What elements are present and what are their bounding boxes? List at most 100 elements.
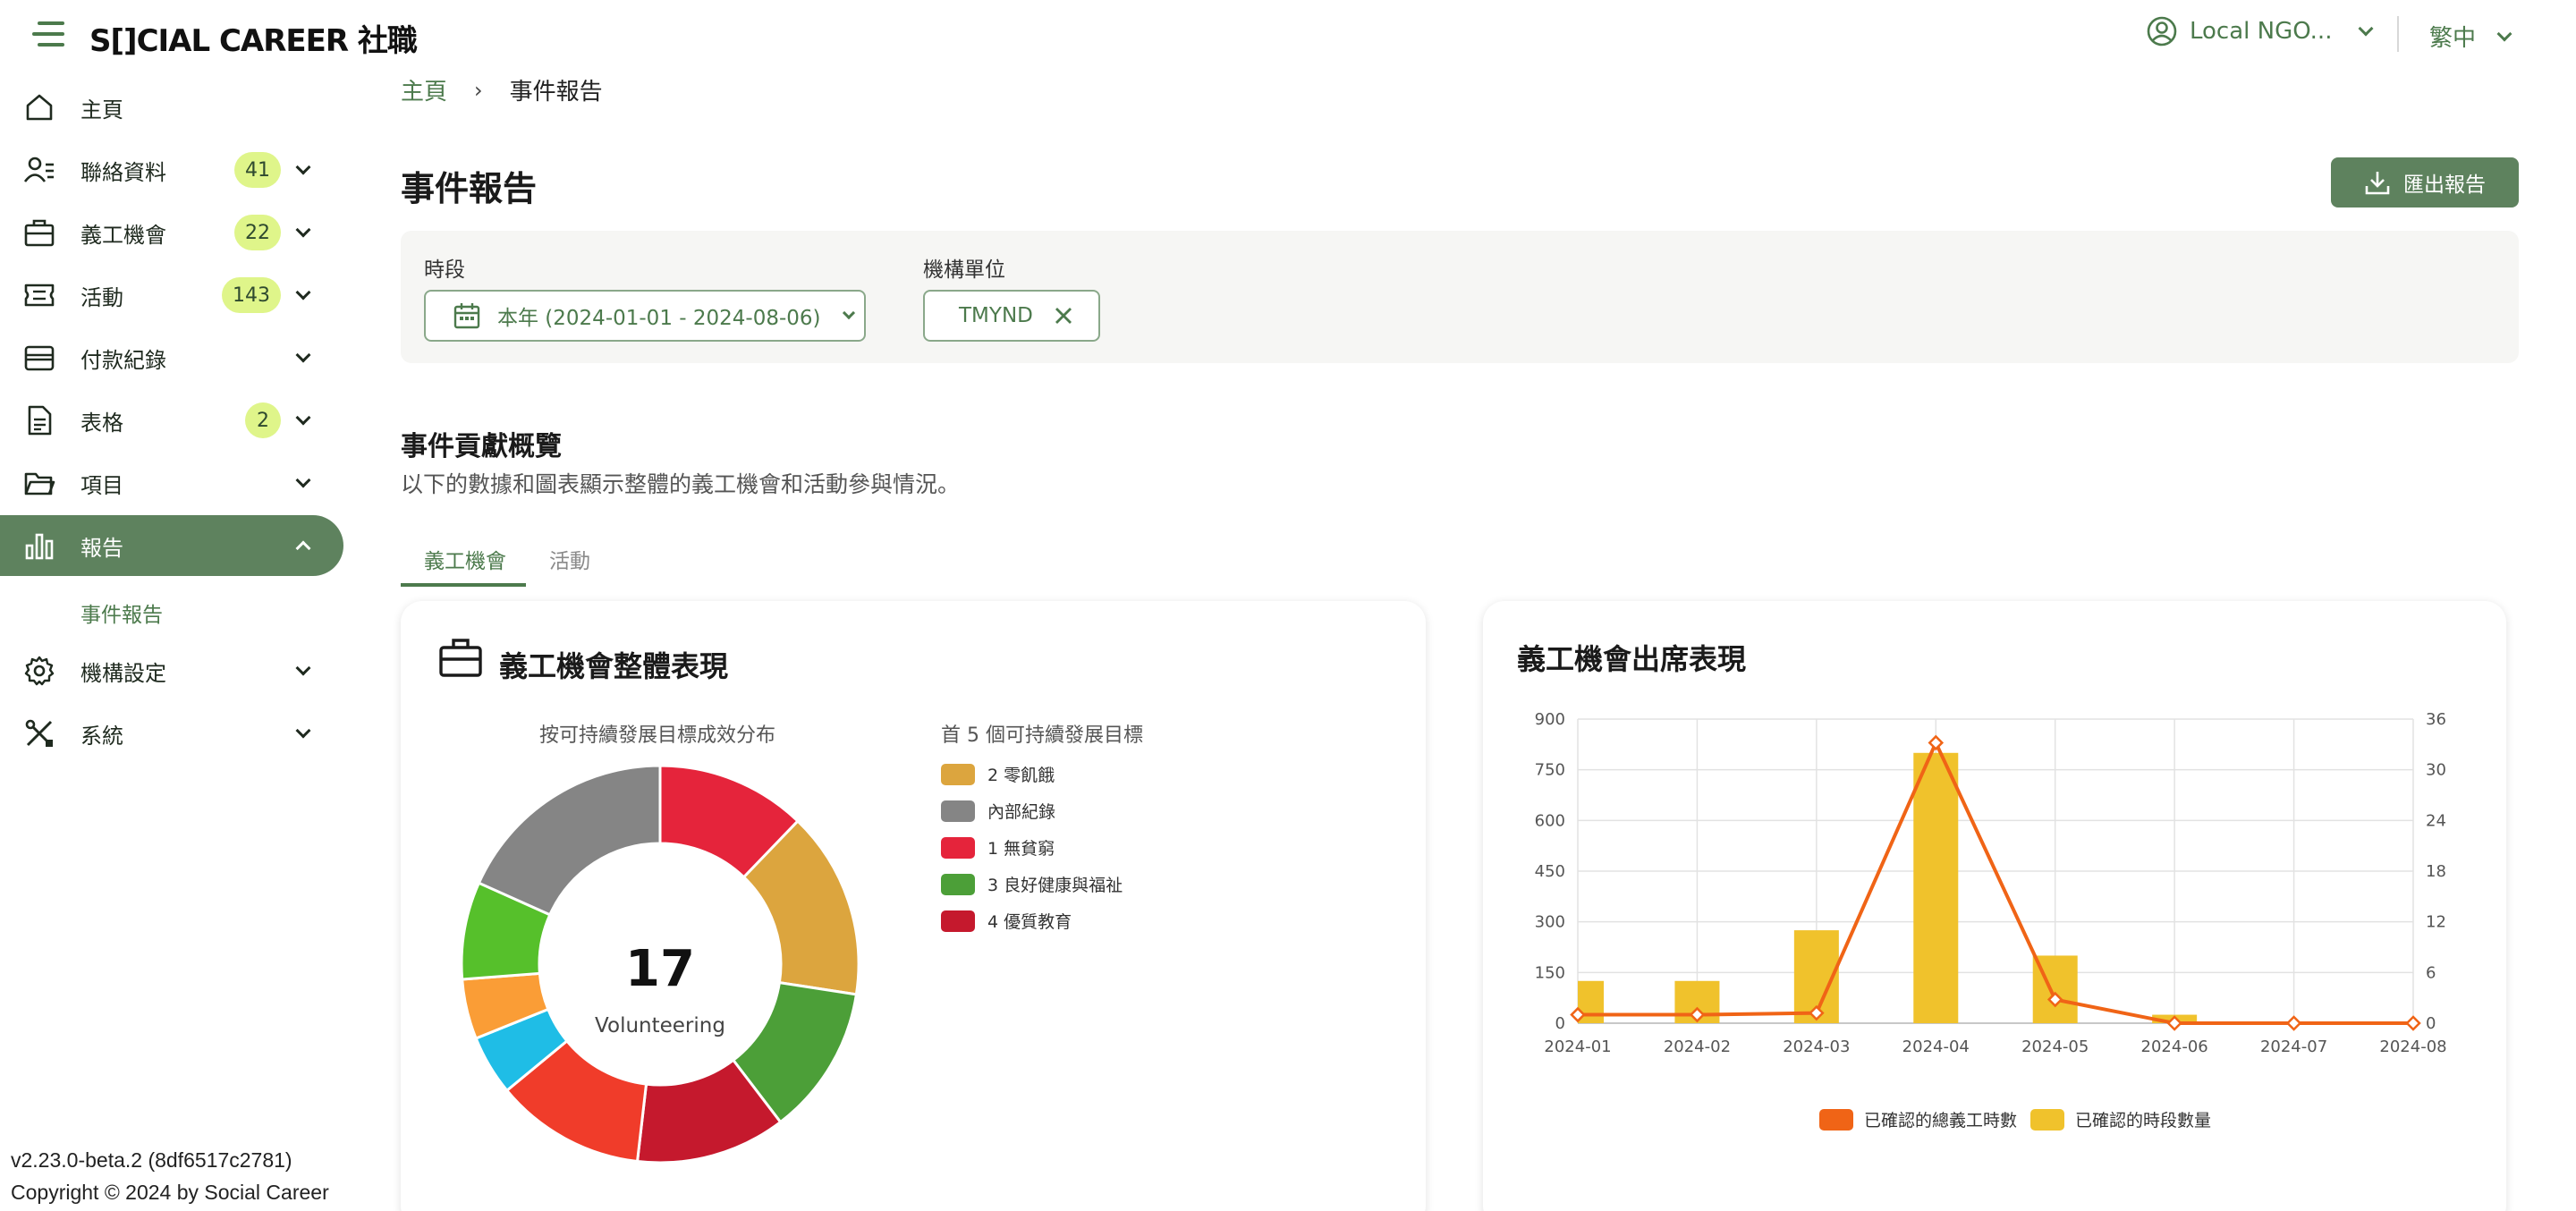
x-tick-label: 2024-06 bbox=[2141, 1037, 2208, 1056]
attendance-performance-card: 義工機會出席表現 0 0 150 6 300 12 450 18 600 24 750 30 900 36… bbox=[1483, 601, 2506, 1211]
y-right-tick-label: 6 bbox=[2426, 963, 2436, 982]
chevron-up-icon bbox=[295, 540, 311, 556]
period-label: 時段 bbox=[424, 258, 465, 282]
x-tick-label: 2024-05 bbox=[2021, 1037, 2089, 1056]
count-badge: 41 bbox=[234, 152, 281, 188]
tab-volunteer[interactable]: 義工機會 bbox=[424, 544, 506, 574]
sidebar-item-volunteer[interactable]: 義工機會 22 bbox=[0, 202, 343, 263]
legend-swatch bbox=[941, 763, 975, 785]
y-right-tick-label: 24 bbox=[2426, 811, 2446, 830]
legend-item: 1 無貧窮 bbox=[941, 835, 1055, 860]
legend-label: 4 優質教育 bbox=[987, 912, 1072, 932]
y-right-tick-label: 30 bbox=[2426, 761, 2446, 780]
sidebar-item-org-settings[interactable]: 機構設定 bbox=[0, 640, 343, 701]
sidebar-item-payments[interactable]: 付款紀錄 bbox=[0, 327, 343, 388]
header-divider bbox=[2397, 16, 2399, 52]
sidebar-item-projects[interactable]: 項目 bbox=[0, 453, 343, 513]
export-report-button[interactable]: 匯出報告 bbox=[2331, 157, 2519, 207]
briefcase-icon bbox=[439, 639, 482, 677]
sidebar-item-forms[interactable]: 表格 2 bbox=[0, 390, 343, 451]
contacts-icon bbox=[23, 157, 54, 182]
card-title: 義工機會出席表現 bbox=[1517, 642, 1747, 676]
sidebar-item-system[interactable]: 系統 bbox=[0, 703, 343, 764]
export-report-label: 匯出報告 bbox=[2403, 174, 2486, 197]
sidebar-item-label: 聯絡資料 bbox=[80, 159, 166, 185]
sidebar-item-label: 報告 bbox=[80, 535, 123, 561]
org-unit-chip[interactable]: TMYND bbox=[923, 290, 1100, 342]
legend-label: 2 零飢餓 bbox=[987, 766, 1055, 785]
language-label: 繁中 bbox=[2429, 25, 2477, 52]
y-left-tick-label: 150 bbox=[1535, 963, 1565, 982]
sidebar-subitem-event-report[interactable]: 事件報告 bbox=[80, 597, 163, 628]
close-icon[interactable] bbox=[1053, 305, 1074, 326]
line-point-2024-08[interactable] bbox=[2405, 1015, 2421, 1031]
x-tick-label: 2024-04 bbox=[1902, 1037, 1970, 1056]
legend-label: 內部紀錄 bbox=[987, 802, 1056, 822]
legend-title: 首 5 個可持續發展目標 bbox=[941, 724, 1143, 747]
legend-swatch bbox=[941, 836, 975, 859]
sidebar-item-label: 活動 bbox=[80, 284, 123, 310]
page-title: 事件報告 bbox=[401, 169, 538, 208]
legend-swatch bbox=[2030, 1109, 2064, 1131]
sidebar-item-label: 表格 bbox=[80, 410, 123, 436]
y-right-tick-label: 0 bbox=[2426, 1014, 2436, 1033]
sidebar: 主頁 聯絡資料 41 義工機會 22 活動 143 付款紀錄 表格 2 項目 報… bbox=[0, 77, 349, 1211]
gear-icon bbox=[24, 656, 55, 686]
version-text: v2.23.0-beta.2 (8df6517c2781) bbox=[11, 1148, 292, 1172]
menu-icon[interactable] bbox=[32, 20, 64, 48]
tools-icon bbox=[25, 719, 53, 747]
line-point-2024-04[interactable] bbox=[1928, 734, 1945, 751]
copyright-text: Copyright © 2024 by Social Career bbox=[11, 1181, 329, 1204]
y-left-tick-label: 600 bbox=[1535, 811, 1565, 830]
breadcrumb-current: 事件報告 bbox=[509, 79, 603, 106]
y-right-tick-label: 18 bbox=[2426, 862, 2446, 881]
donut-slice-8[interactable] bbox=[477, 764, 662, 917]
org-unit-label: 機構單位 bbox=[923, 258, 1005, 282]
legend-label: 1 無貧窮 bbox=[987, 839, 1055, 859]
account-name: Local NGO... bbox=[2190, 18, 2333, 45]
y-left-tick-label: 300 bbox=[1535, 913, 1565, 932]
y-left-tick-label: 0 bbox=[1555, 1014, 1565, 1033]
legend-swatch bbox=[941, 910, 975, 932]
breadcrumb-separator: › bbox=[474, 77, 483, 103]
count-badge: 143 bbox=[222, 277, 281, 313]
legend-item: 2 零飢餓 bbox=[941, 762, 1055, 786]
sidebar-item-label: 義工機會 bbox=[80, 222, 166, 248]
bar-2024-04[interactable] bbox=[1913, 752, 1959, 1023]
sidebar-item-label: 系統 bbox=[80, 723, 123, 749]
period-picker[interactable]: 本年 (2024-01-01 - 2024-08-06) bbox=[424, 290, 866, 342]
breadcrumb-home[interactable]: 主頁 bbox=[401, 73, 447, 106]
count-badge: 2 bbox=[245, 402, 281, 438]
sidebar-item-label: 項目 bbox=[80, 472, 123, 498]
org-unit-value: TMYND bbox=[959, 304, 1033, 327]
chevron-down-icon bbox=[2496, 26, 2512, 41]
sidebar-item-label: 付款紀錄 bbox=[80, 347, 166, 373]
folder-icon bbox=[24, 472, 55, 495]
donut-center-label: Volunteering bbox=[595, 1014, 725, 1037]
y-right-tick-label: 12 bbox=[2426, 913, 2446, 932]
count-badge: 22 bbox=[234, 215, 281, 250]
line-point-2024-07[interactable] bbox=[2285, 1015, 2302, 1031]
language-switcher[interactable]: 繁中 bbox=[2429, 20, 2512, 53]
sidebar-item-reports[interactable]: 報告 bbox=[0, 515, 343, 576]
chevron-down-icon bbox=[295, 284, 311, 301]
breadcrumb: 主頁 › 事件報告 bbox=[401, 73, 603, 106]
legend-label: 已確認的總義工時數 bbox=[1864, 1111, 2017, 1131]
chevron-down-icon bbox=[295, 347, 311, 363]
account-switcher[interactable]: Local NGO... bbox=[2147, 16, 2374, 47]
sidebar-item-events[interactable]: 活動 143 bbox=[0, 265, 343, 326]
document-icon bbox=[28, 405, 52, 436]
legend-swatch bbox=[941, 873, 975, 895]
user-circle-icon bbox=[2147, 16, 2177, 47]
home-icon bbox=[26, 94, 53, 121]
download-icon bbox=[2365, 172, 2390, 195]
sidebar-item-home[interactable]: 主頁 bbox=[0, 77, 343, 138]
chevron-down-icon bbox=[295, 222, 311, 238]
y-right-tick-label: 36 bbox=[2426, 710, 2446, 729]
overview-title: 事件貢獻概覽 bbox=[401, 431, 562, 462]
sidebar-item-contacts[interactable]: 聯絡資料 41 bbox=[0, 140, 343, 200]
tab-events[interactable]: 活動 bbox=[549, 544, 590, 574]
app-logo[interactable]: S[]CIAL CAREER 社職 bbox=[89, 16, 418, 60]
legend-swatch bbox=[941, 800, 975, 822]
chevron-down-icon bbox=[295, 660, 311, 676]
